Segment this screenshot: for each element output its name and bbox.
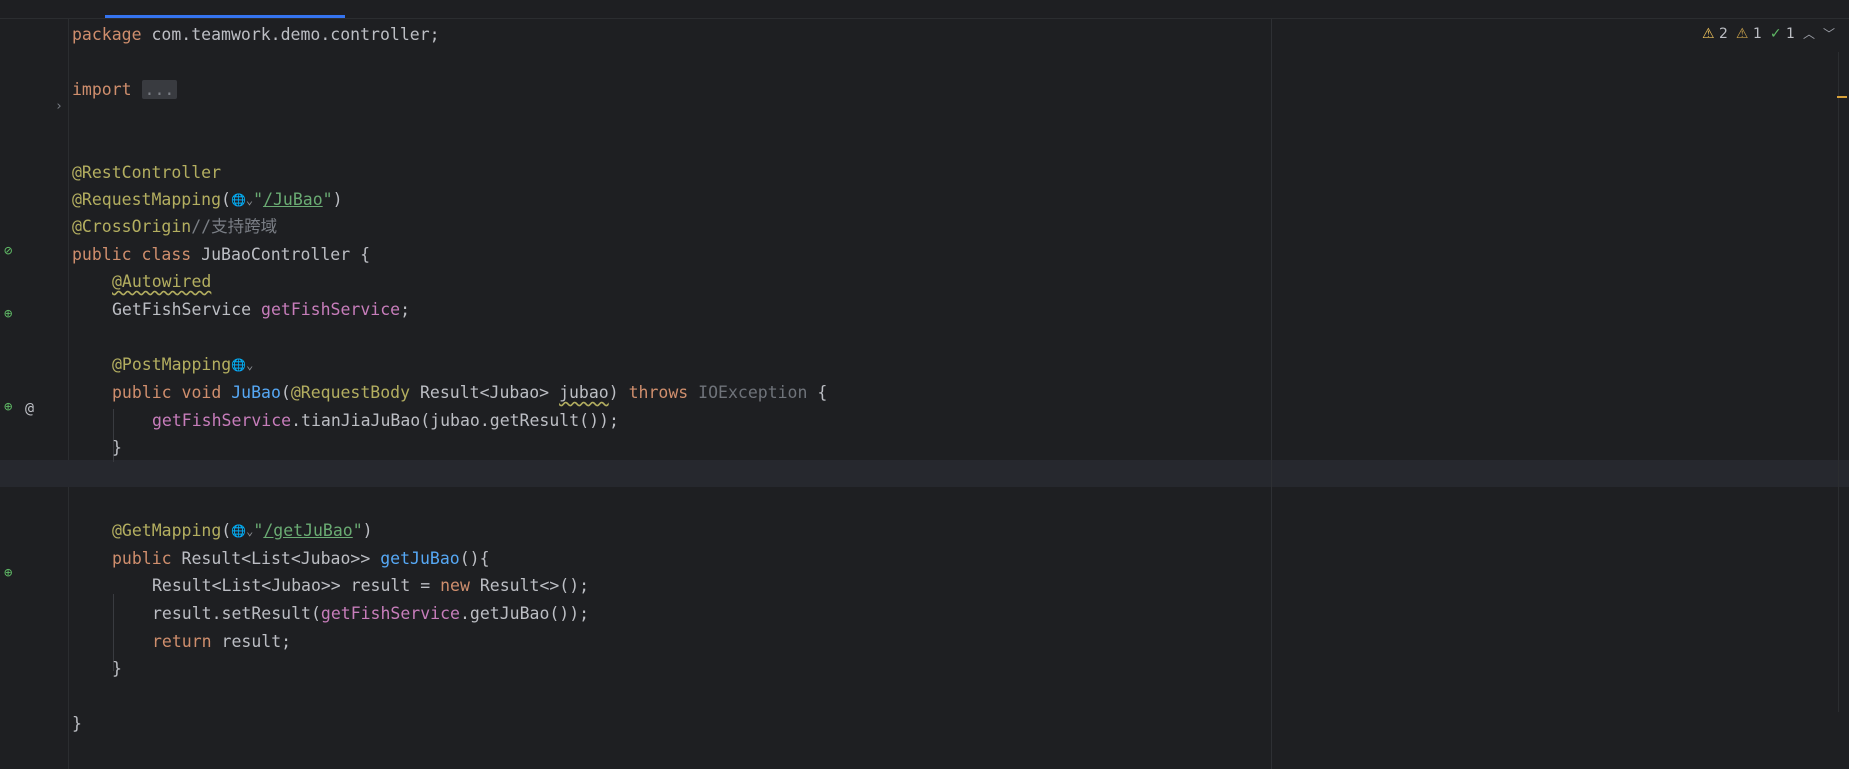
code-line-3: import ... [72, 76, 178, 103]
chevron-up-icon[interactable]: ︿ [1803, 25, 1815, 42]
warning-icon: ⚠ [1701, 25, 1715, 42]
code-line-10: @Autowired [112, 272, 212, 291]
folded-imports[interactable]: ... [141, 80, 178, 99]
code-line-11: GetFishService getFishService; [112, 300, 411, 319]
url-link[interactable]: /JuBao [263, 190, 323, 209]
editor-gutter: ⊘ ⊕ ⊕ @ ⊕ › [0, 19, 69, 769]
code-line-22: result.setResult(getFishService.getJuBao… [152, 604, 590, 623]
warning-stripe-marker[interactable] [1837, 96, 1847, 98]
weak-warning-icon: ⚠ [1735, 25, 1749, 42]
chevron-down-icon[interactable]: ﹀ [1823, 25, 1835, 42]
code-line-16: } [112, 438, 122, 457]
check-icon: ✓ [1769, 25, 1782, 42]
url-link[interactable]: /getJuBao [263, 521, 352, 540]
at-sign-icon[interactable]: @ [25, 399, 34, 417]
globe-icon[interactable]: 🌐⌄ [231, 518, 253, 545]
code-line-20: public Result<List<Jubao>> getJuBao(){ [112, 549, 490, 568]
code-line-8: @CrossOrigin//支持跨域 [72, 217, 278, 236]
typos-indicator[interactable]: ✓ 1 [1770, 26, 1795, 42]
chevron-right-icon[interactable]: › [55, 99, 63, 114]
weak-warnings-indicator[interactable]: ⚠ 1 [1736, 26, 1762, 42]
inspection-widget[interactable]: ⚠ 2 ⚠ 1 ✓ 1 ︿ ﹀ [1702, 25, 1835, 42]
web-endpoint-icon[interactable]: ⊕ [4, 565, 12, 581]
code-line-19: @GetMapping(🌐⌄"/getJuBao") [112, 517, 373, 544]
vertical-scrollbar[interactable] [1838, 52, 1849, 712]
warnings-indicator[interactable]: ⚠ 2 [1702, 26, 1728, 42]
editor-tab-bar [0, 0, 1849, 19]
code-line-21: Result<List<Jubao>> result = new Result<… [152, 576, 590, 595]
web-endpoint-icon[interactable]: ⊕ [4, 399, 12, 415]
globe-icon[interactable]: 🌐⌄ [231, 352, 253, 379]
code-line-14: public void JuBao(@RequestBody Result<Ju… [112, 383, 828, 402]
bean-autowired-icon[interactable]: ⊕ [4, 306, 12, 322]
code-line-1: package com.teamwork.demo.controller; [72, 25, 440, 44]
code-line-7: @RequestMapping(🌐⌄"/JuBao") [72, 186, 343, 213]
code-line-23: return result; [152, 632, 292, 651]
globe-icon[interactable]: 🌐⌄ [231, 187, 253, 214]
code-line-9: public class JuBaoController { [72, 245, 371, 264]
code-line-24: } [112, 659, 122, 678]
bean-no-autowire-icon[interactable]: ⊘ [4, 243, 12, 259]
code-line-6: @RestController [72, 163, 222, 182]
code-line-13: @PostMapping🌐⌄ [112, 351, 253, 378]
active-tab-indicator[interactable] [105, 15, 345, 18]
code-line-15: getFishService.tianJiaJuBao(jubao.getRes… [152, 411, 619, 430]
code-editor[interactable]: package com.teamwork.demo.controller; im… [72, 19, 1849, 769]
code-line-26: } [72, 714, 82, 733]
